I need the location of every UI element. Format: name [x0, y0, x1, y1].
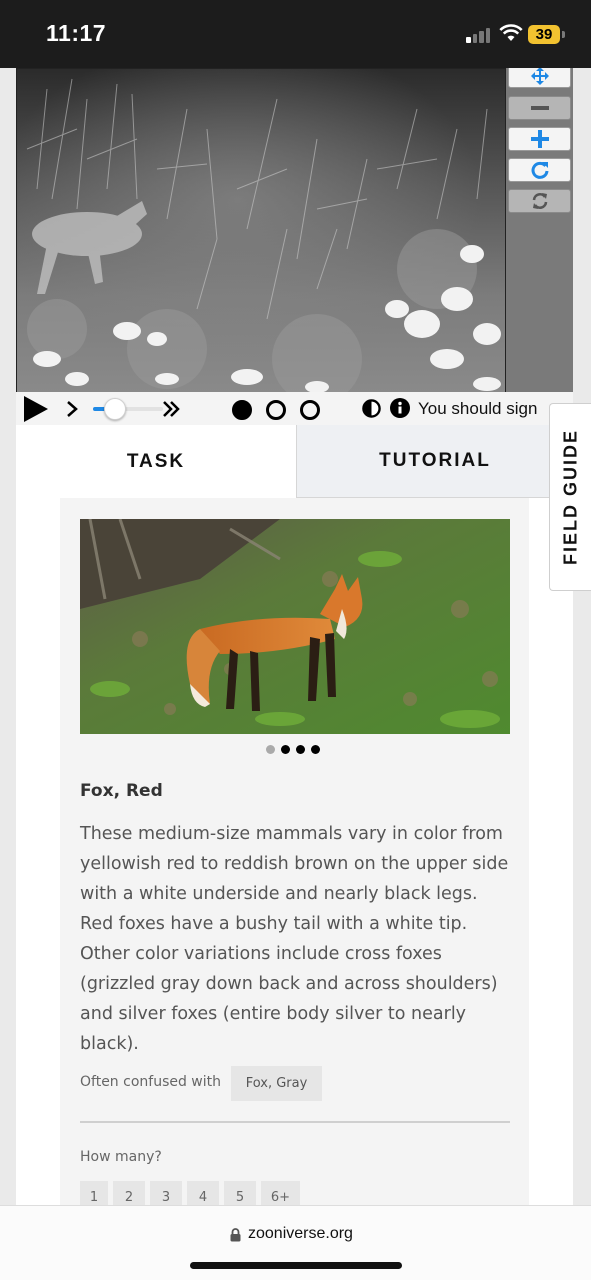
page: You should sign TASK TUTORIAL Fox, Red T… [0, 68, 591, 1205]
count-option-3[interactable]: 3 [150, 1181, 182, 1205]
species-photo [80, 519, 510, 734]
step-forward-icon[interactable] [66, 401, 78, 417]
how-many-label: How many? [80, 1149, 162, 1165]
species-description: These medium-size mammals vary in color … [80, 824, 509, 1054]
count-option-5[interactable]: 5 [224, 1181, 256, 1205]
subject-image[interactable] [16, 68, 506, 393]
status-bar: 11:17 39 [0, 0, 591, 68]
frame-1-dot[interactable] [232, 400, 252, 420]
battery-tip [562, 31, 565, 38]
wifi-icon [499, 24, 523, 41]
tab-tutorial[interactable]: TUTORIAL [296, 425, 573, 498]
count-option-2[interactable]: 2 [113, 1181, 145, 1205]
rotate-icon [531, 161, 548, 179]
frame-3-dot[interactable] [300, 400, 320, 420]
confused-with-chip[interactable]: Fox, Gray [231, 1066, 322, 1101]
trail-camera-image [17, 69, 505, 392]
species-title: Fox, Red [80, 781, 163, 801]
field-guide-tab[interactable]: FIELD GUIDE [549, 403, 591, 591]
tab-task[interactable]: TASK [16, 425, 296, 498]
species-card: Fox, Red These medium-size mammals vary … [60, 498, 529, 1205]
speed-slider-thumb[interactable] [103, 398, 126, 420]
zoom-in-button[interactable] [508, 127, 571, 151]
info-icon[interactable] [390, 398, 410, 418]
move-icon [530, 68, 549, 85]
carousel-dot[interactable] [311, 745, 320, 754]
battery-icon: 39 [528, 25, 560, 44]
contrast-icon[interactable] [362, 399, 381, 418]
frame-2-dot[interactable] [266, 400, 286, 420]
carousel-dot[interactable] [266, 745, 275, 754]
confused-with-label: Often confused with [80, 1074, 222, 1090]
reset-icon [532, 193, 547, 209]
fast-forward-icon[interactable] [162, 401, 180, 417]
play-icon[interactable] [24, 396, 48, 422]
lock-icon [230, 1228, 241, 1242]
cellular-signal-icon [466, 27, 492, 43]
task-tabs: TASK TUTORIAL [16, 425, 573, 498]
divider [80, 1121, 510, 1123]
minus-icon [530, 106, 549, 110]
move-button[interactable] [508, 68, 571, 88]
zoom-out-button[interactable] [508, 96, 571, 120]
home-indicator[interactable] [190, 1262, 402, 1269]
red-fox-image [80, 519, 510, 734]
reset-button[interactable] [508, 189, 571, 213]
count-option-1[interactable]: 1 [80, 1181, 108, 1205]
carousel-dot[interactable] [281, 745, 290, 754]
image-carousel-dots [266, 745, 326, 755]
playback-controls: You should sign [16, 392, 573, 425]
rotate-button[interactable] [508, 158, 571, 182]
browser-address-bar[interactable]: zooniverse.org [0, 1205, 591, 1280]
status-time: 11:17 [46, 20, 107, 46]
count-option-4[interactable]: 4 [187, 1181, 219, 1205]
url-text: zooniverse.org [248, 1225, 353, 1242]
plus-icon [530, 130, 549, 148]
carousel-dot[interactable] [296, 745, 305, 754]
image-toolbar [506, 68, 573, 392]
sign-in-notice: You should sign [418, 399, 538, 418]
count-option-6-plus[interactable]: 6+ [261, 1181, 300, 1205]
field-guide-panel: Fox, Red These medium-size mammals vary … [16, 498, 573, 1205]
field-guide-label: FIELD GUIDE [560, 428, 580, 566]
